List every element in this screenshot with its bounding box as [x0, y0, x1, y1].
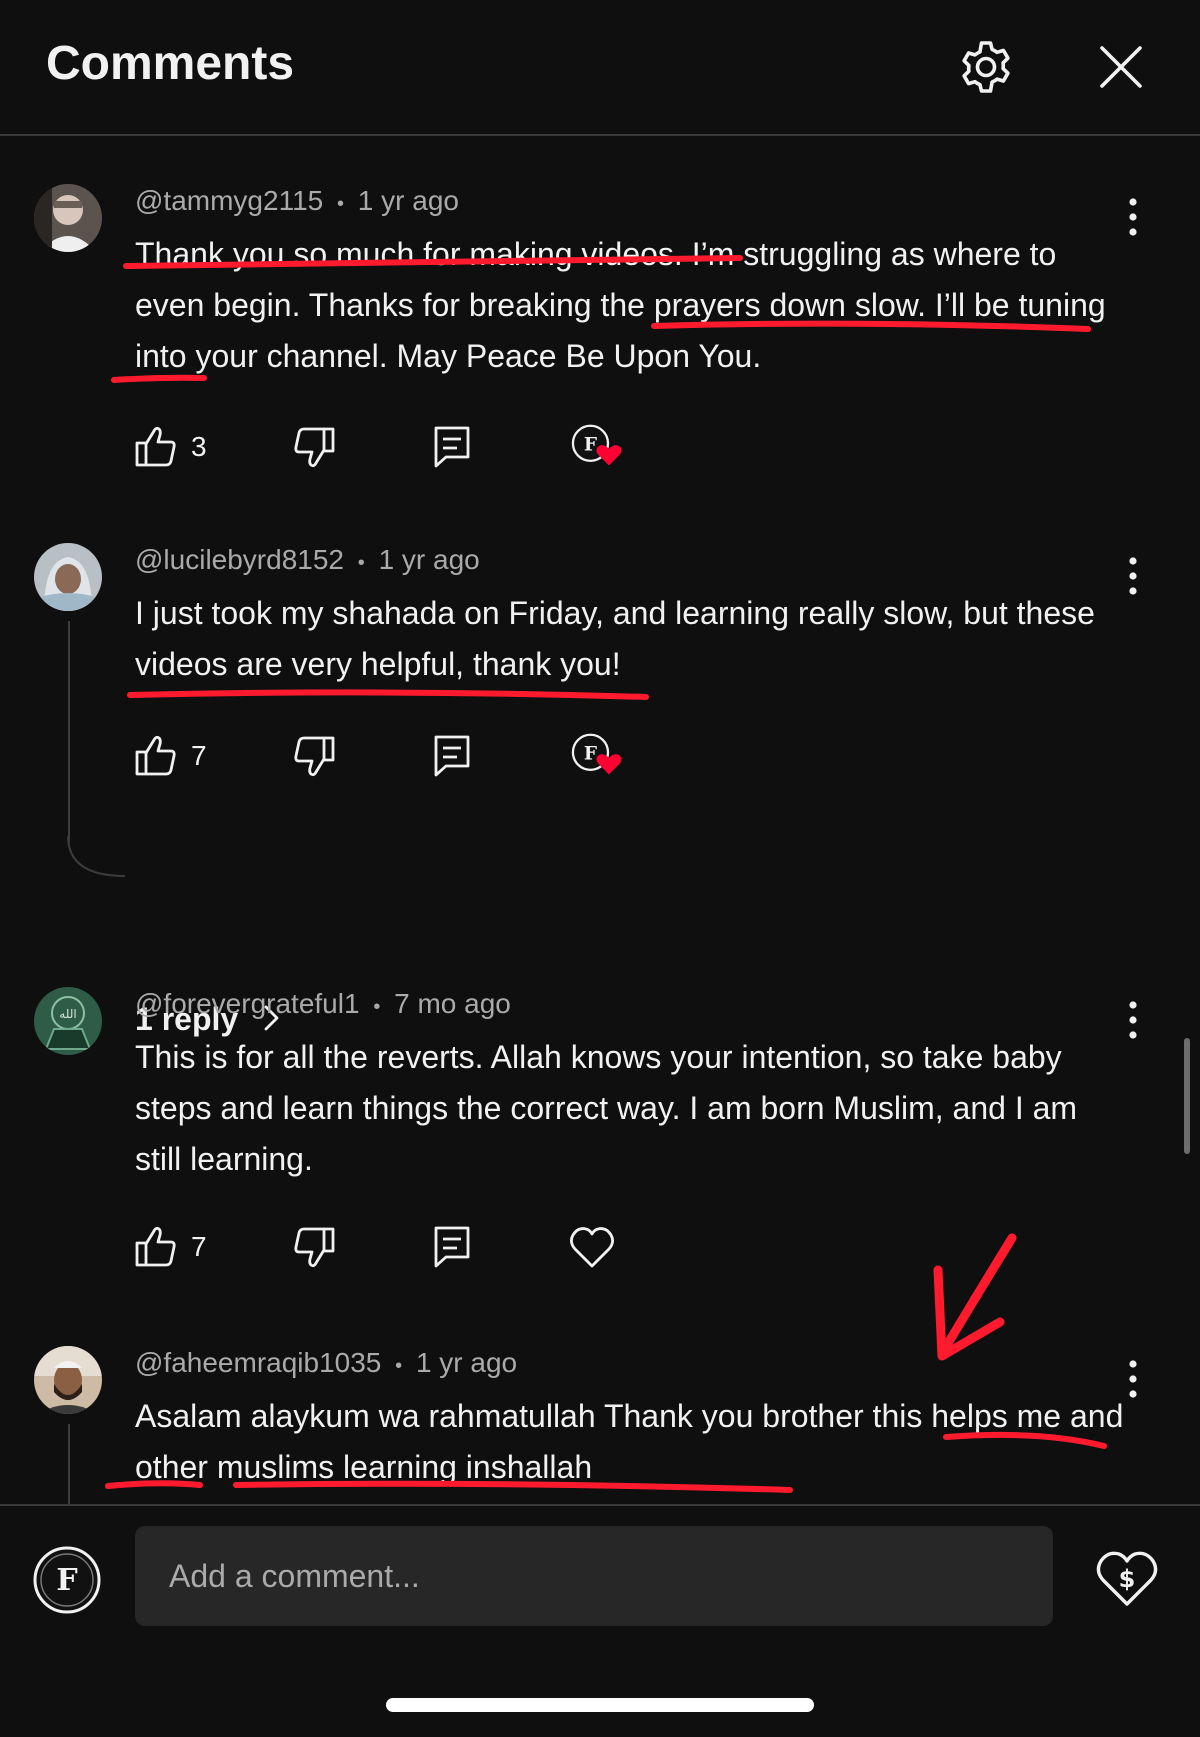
- meta-separator: •: [395, 1355, 403, 1377]
- thread-line: [68, 1424, 70, 1504]
- dislike-icon[interactable]: [292, 732, 336, 780]
- comment-time[interactable]: 1 yr ago: [416, 1347, 517, 1378]
- like-icon[interactable]: [134, 732, 178, 780]
- comment-meta: @lucilebyrd8152 • 1 yr ago: [135, 544, 480, 576]
- like-icon[interactable]: [134, 1223, 178, 1271]
- comment-actions: 3 F: [134, 423, 654, 473]
- thread-line: [68, 621, 70, 843]
- super-thanks-heart-dollar-icon[interactable]: $: [1095, 1546, 1159, 1610]
- comment-actions: 7 F: [134, 732, 654, 782]
- meta-separator: •: [337, 193, 345, 215]
- home-indicator[interactable]: [386, 1698, 814, 1712]
- gear-icon[interactable]: [957, 38, 1015, 96]
- avatar[interactable]: F: [33, 1546, 101, 1614]
- avatar[interactable]: [34, 543, 102, 611]
- like-count: 7: [191, 740, 207, 771]
- reply-icon[interactable]: [432, 1223, 472, 1271]
- heart-outline-icon[interactable]: [568, 1223, 616, 1271]
- meta-separator: •: [373, 996, 381, 1018]
- comment-text: This is for all the reverts. Allah knows…: [135, 1039, 1078, 1177]
- comment-time[interactable]: 1 yr ago: [358, 185, 459, 216]
- comment-author[interactable]: @forevergrateful1: [135, 988, 360, 1019]
- comment-text: I just took my shahada on Friday, and le…: [135, 595, 1095, 682]
- reply-icon[interactable]: [432, 732, 472, 780]
- comment-meta: @faheemraqib1035 • 1 yr ago: [135, 1347, 517, 1379]
- avatar[interactable]: [34, 1346, 102, 1414]
- like-count: 3: [191, 431, 207, 462]
- creator-heart-icon: F: [571, 733, 622, 775]
- creator-heart-icon: F: [571, 424, 622, 466]
- close-icon[interactable]: [1092, 38, 1150, 96]
- comment-text: Asalam alaykum wa rahmatullah Thank you …: [135, 1398, 1124, 1485]
- svg-text:F: F: [56, 1563, 77, 1598]
- avatar[interactable]: الله: [34, 987, 102, 1055]
- svg-text:الله: الله: [59, 1007, 76, 1021]
- meta-separator: •: [357, 552, 365, 574]
- svg-text:F: F: [584, 435, 597, 456]
- comment-author[interactable]: @tammyg2115: [135, 185, 323, 216]
- like-count: 7: [191, 1231, 207, 1262]
- comments-panel: Comments @tammyg2115 • 1 yr ago Thank yo…: [0, 0, 1200, 1737]
- like-icon[interactable]: [134, 423, 178, 471]
- avatar[interactable]: [34, 184, 102, 252]
- comments-header: Comments: [0, 0, 1200, 136]
- comment-time[interactable]: 1 yr ago: [379, 544, 480, 575]
- page-title: Comments: [46, 37, 295, 90]
- svg-text:F: F: [584, 744, 597, 765]
- comment-meta: @tammyg2115 • 1 yr ago: [135, 185, 459, 217]
- dislike-icon[interactable]: [292, 423, 336, 471]
- svg-text:$: $: [1119, 1565, 1136, 1593]
- comment-time[interactable]: 7 mo ago: [394, 988, 511, 1019]
- add-comment-input[interactable]: [135, 1526, 1053, 1626]
- comment-author[interactable]: @lucilebyrd8152: [135, 544, 344, 575]
- comment-text: Thank you so much for making videos. I’m…: [135, 236, 1106, 374]
- comment-author[interactable]: @faheemraqib1035: [135, 1347, 381, 1378]
- reply-icon[interactable]: [432, 423, 472, 471]
- dislike-icon[interactable]: [292, 1223, 336, 1271]
- comments-list: @tammyg2115 • 1 yr ago Thank you so much…: [0, 137, 1200, 1504]
- scrollbar[interactable]: [1184, 1038, 1190, 1154]
- comment-actions: 7: [134, 1223, 654, 1273]
- thread-curve: [67, 836, 126, 877]
- comment-meta: @forevergrateful1 • 7 mo ago: [135, 988, 511, 1020]
